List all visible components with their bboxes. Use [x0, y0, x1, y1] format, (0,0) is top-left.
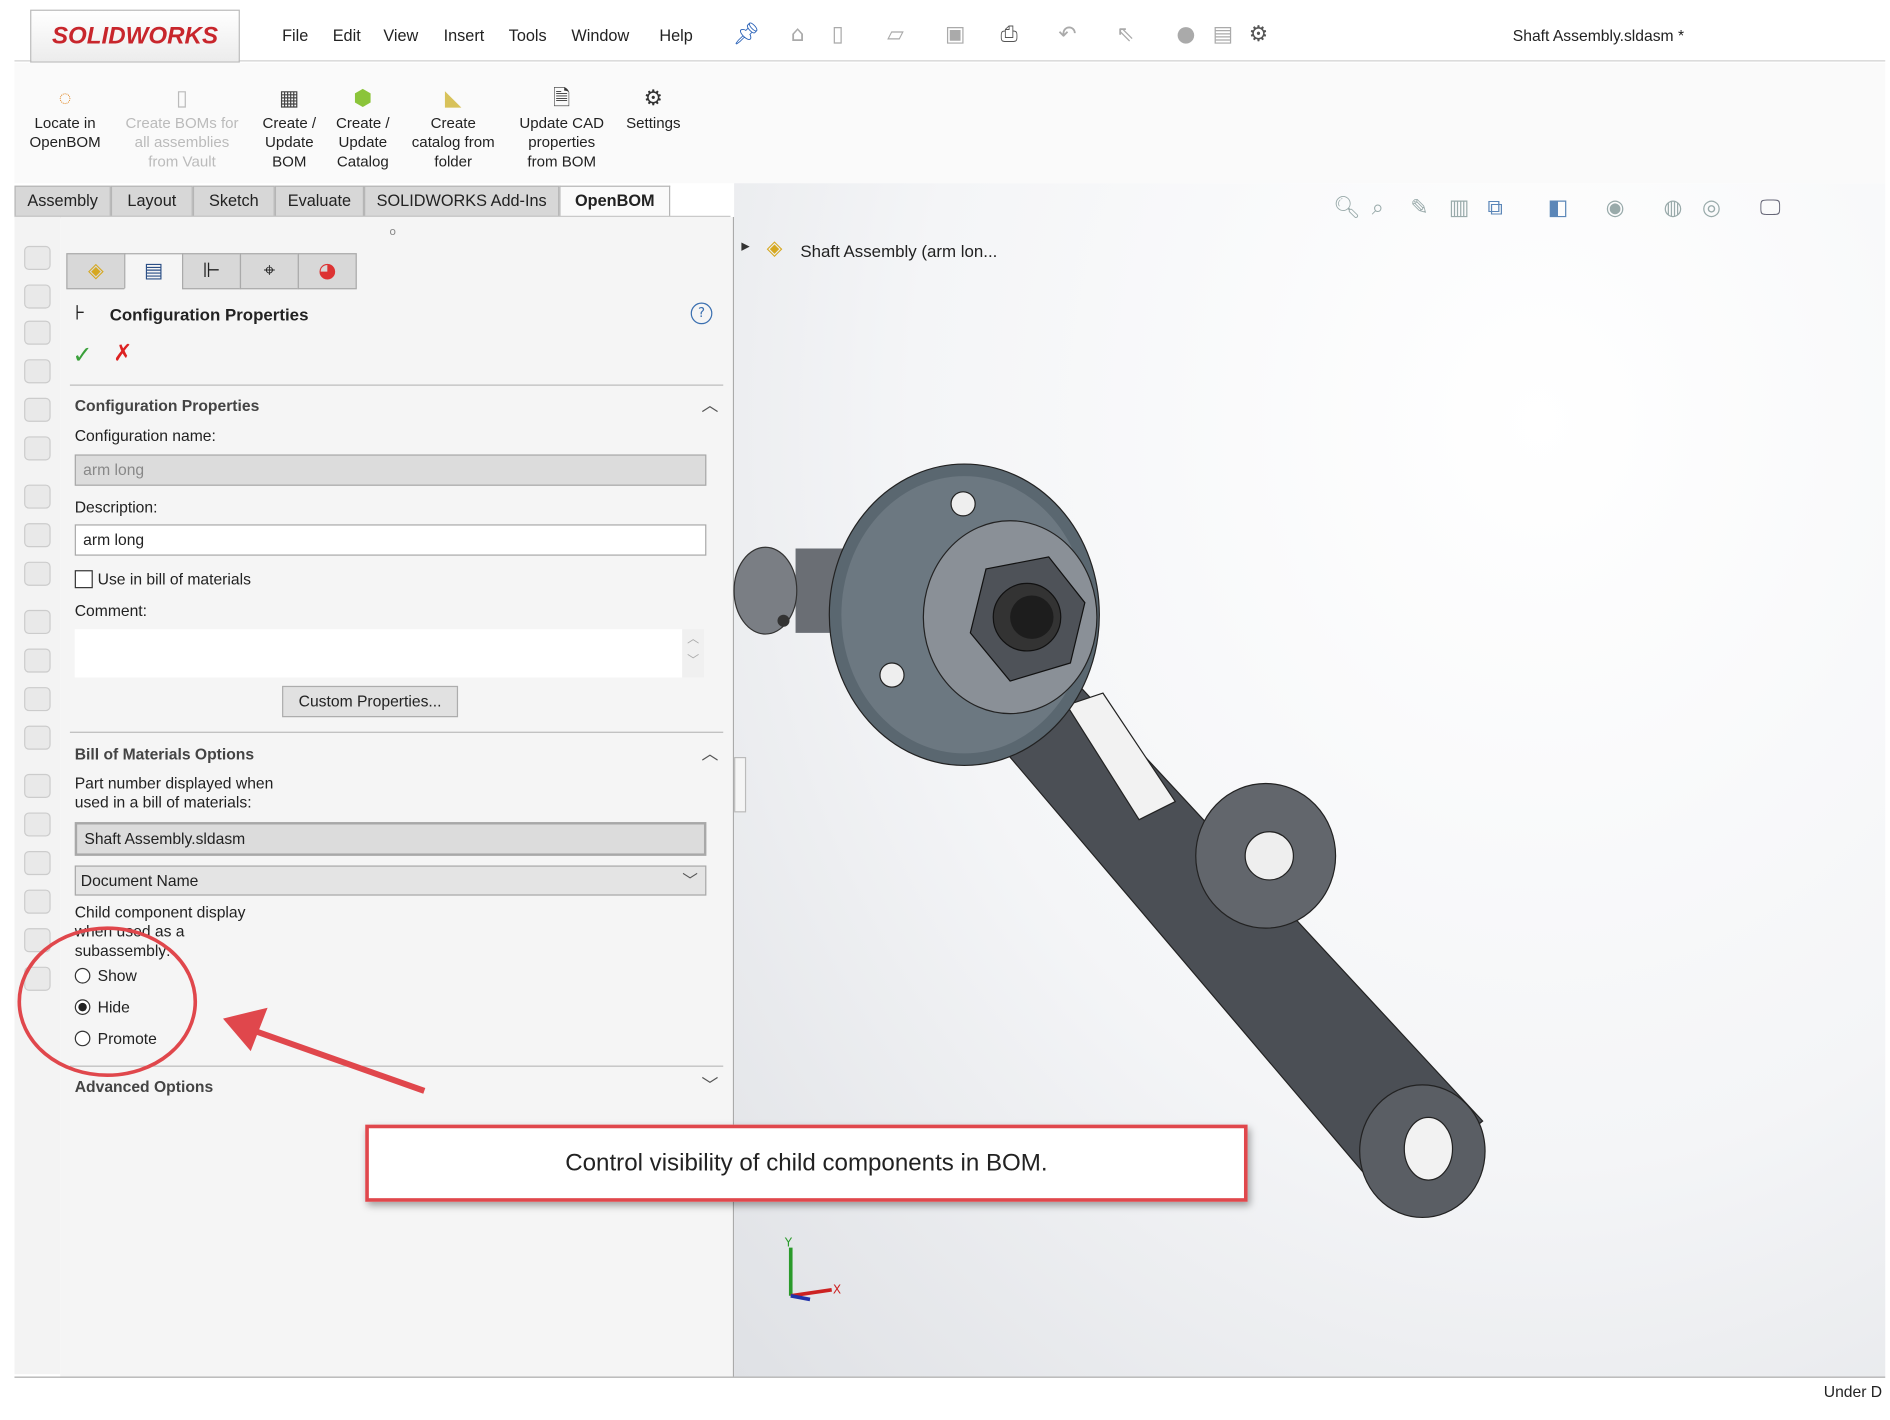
shaft-assembly-model[interactable]: [733, 463, 1486, 1219]
axis-x-label: X: [833, 1282, 841, 1296]
solidworks-window: SOLIDWORKS File Edit View Insert Tools W…: [0, 0, 1890, 1420]
coordinate-triad: Y X: [784, 1235, 841, 1302]
annotation-arrow: [222, 1007, 426, 1094]
annotation-callout: Control visibility of child components i…: [365, 1124, 1248, 1202]
axis-y-label: Y: [784, 1235, 793, 1249]
status-text: Under D: [1823, 1382, 1883, 1401]
highlight-circle: [17, 926, 198, 1078]
viewport-graphics: Y X: [17, 463, 1486, 1302]
status-bar: [14, 1376, 1886, 1400]
